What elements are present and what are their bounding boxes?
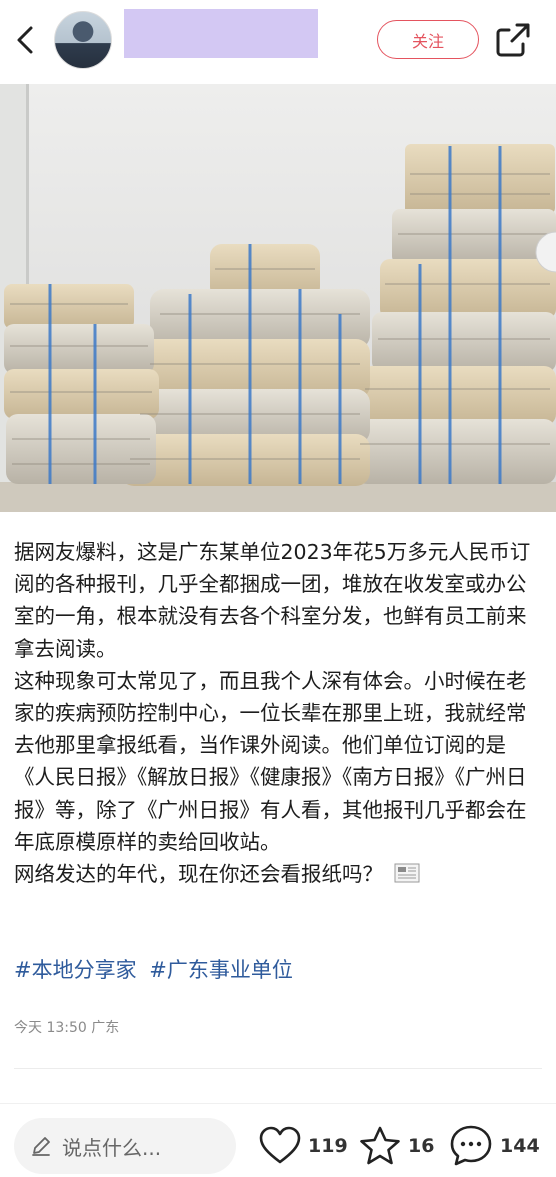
top-bar: 关注 bbox=[0, 0, 556, 84]
pencil-icon bbox=[32, 1137, 50, 1156]
post-paragraph: 这种现象可太常见了，而且我个人深有体会。小时候在老家的疾病预防控制中心，一位长辈… bbox=[14, 668, 527, 854]
comment-bubble-icon bbox=[450, 1125, 492, 1166]
comment-placeholder: 说点什么... bbox=[62, 1135, 162, 1160]
back-arrow-icon[interactable] bbox=[8, 20, 44, 60]
like-button[interactable]: 119 bbox=[258, 1124, 348, 1168]
share-icon[interactable] bbox=[493, 20, 533, 60]
comment-button[interactable]: 144 bbox=[448, 1124, 540, 1168]
tag-link[interactable]: #广东事业单位 bbox=[149, 958, 293, 982]
post-paragraph-text: 网络发达的年代，现在你还会看报纸吗？ bbox=[14, 862, 383, 887]
post-photo[interactable] bbox=[0, 84, 556, 512]
like-count: 119 bbox=[308, 1135, 348, 1157]
newspaper-stacks-image bbox=[0, 84, 556, 512]
post-paragraph: 据网友爆料，这是广东某单位2023年花5万多元人民币订阅的各种报刊，几乎全都捆成… bbox=[14, 540, 531, 661]
follow-button[interactable]: 关注 bbox=[377, 20, 479, 59]
author-avatar[interactable] bbox=[54, 11, 112, 69]
star-icon bbox=[360, 1126, 400, 1165]
comment-count: 144 bbox=[500, 1135, 540, 1157]
favorite-count: 16 bbox=[408, 1135, 435, 1157]
tag-link[interactable]: #本地分享家 bbox=[14, 958, 137, 982]
divider bbox=[14, 1068, 542, 1069]
comment-input[interactable]: 说点什么... bbox=[14, 1118, 236, 1174]
post-tags: #本地分享家 #广东事业单位 bbox=[14, 954, 299, 984]
author-name-redacted[interactable] bbox=[124, 9, 318, 58]
divider bbox=[0, 1103, 556, 1104]
favorite-button[interactable]: 16 bbox=[358, 1124, 434, 1168]
post-time-location: 今天 13:50 广东 bbox=[14, 1020, 120, 1036]
post-body: 据网友爆料，这是广东某单位2023年花5万多元人民币订阅的各种报刊，几乎全都捆成… bbox=[14, 536, 544, 890]
post-paragraph: 网络发达的年代，现在你还会看报纸吗？ bbox=[14, 858, 544, 890]
newspaper-icon bbox=[394, 863, 420, 883]
heart-icon bbox=[259, 1126, 301, 1164]
